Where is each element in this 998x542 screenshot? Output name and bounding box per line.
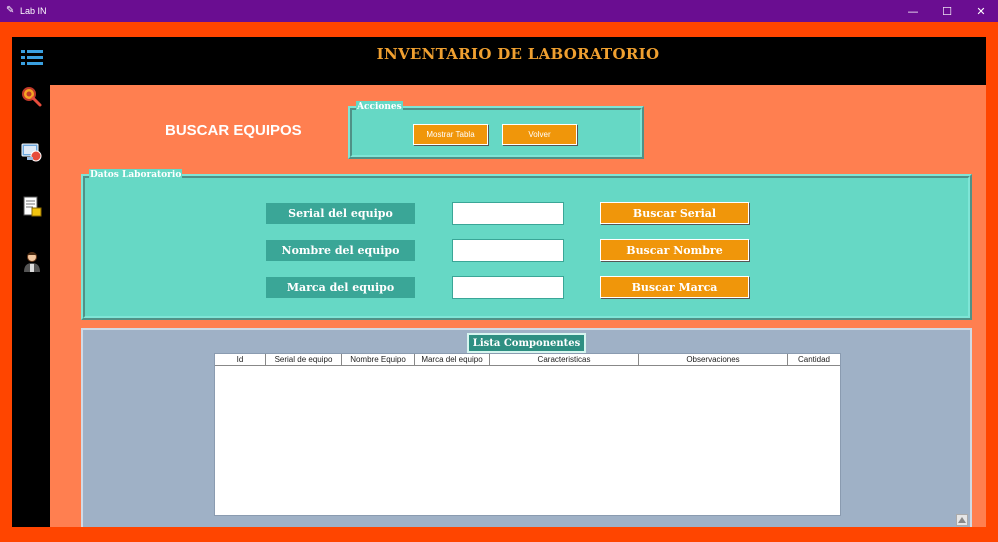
serial-input[interactable] [452,202,564,225]
marca-input[interactable] [452,276,564,299]
volver-button[interactable]: Volver [502,124,577,145]
minimize-button[interactable]: — [896,0,930,22]
monitor-search-icon[interactable] [21,141,43,163]
window-titlebar: ✎ Lab IN — ☐ ✕ [0,0,998,22]
datos-laboratorio-group: Datos Laboratorio Serial del equipo Busc… [81,169,972,320]
column-header-id[interactable]: Id [215,354,266,365]
marca-label: Marca del equipo [266,277,415,298]
window-controls: — ☐ ✕ [896,0,998,22]
table-header: Id Serial de equipo Nombre Equipo Marca … [215,354,840,366]
lista-componentes-title: Lista Componentes [467,333,586,353]
maximize-button[interactable]: ☐ [930,0,964,22]
scroll-up-arrow-icon[interactable] [956,514,968,526]
lista-componentes-panel: Lista Componentes Id Serial de equipo No… [81,328,972,527]
buscar-marca-button[interactable]: Buscar Marca [600,276,749,298]
mostrar-tabla-button[interactable]: Mostrar Tabla [413,124,488,145]
column-header-observaciones[interactable]: Observaciones [639,354,788,365]
sidebar [12,37,50,527]
componentes-table[interactable]: Id Serial de equipo Nombre Equipo Marca … [214,353,841,516]
column-header-serial[interactable]: Serial de equipo [266,354,342,365]
column-header-nombre[interactable]: Nombre Equipo [342,354,415,365]
page-heading: BUSCAR EQUIPOS [165,122,302,139]
column-header-caracteristicas[interactable]: Caracteristicas [490,354,639,365]
main-content: BUSCAR EQUIPOS Acciones Mostrar Tabla Vo… [50,85,986,527]
list-menu-icon[interactable] [21,47,43,69]
window-title: Lab IN [20,6,47,16]
buscar-serial-button[interactable]: Buscar Serial [600,202,749,224]
feather-icon: ✎ [6,5,15,16]
column-header-cantidad[interactable]: Cantidad [788,354,840,365]
buscar-nombre-button[interactable]: Buscar Nombre [600,239,749,261]
nombre-input[interactable] [452,239,564,262]
serial-label: Serial del equipo [266,203,415,224]
search-magnifier-icon[interactable] [21,86,43,108]
nombre-label: Nombre del equipo [266,240,415,261]
document-inventory-icon[interactable] [21,196,43,218]
app-header: INVENTARIO DE LABORATORIO [50,37,986,85]
acciones-legend: Acciones [356,101,403,113]
column-header-marca[interactable]: Marca del equipo [415,354,490,365]
close-button[interactable]: ✕ [964,0,998,22]
app-title: INVENTARIO DE LABORATORIO [376,45,660,63]
acciones-group: Acciones Mostrar Tabla Volver [348,101,644,159]
datos-legend: Datos Laboratorio [89,169,183,181]
user-technician-icon[interactable] [21,251,43,273]
